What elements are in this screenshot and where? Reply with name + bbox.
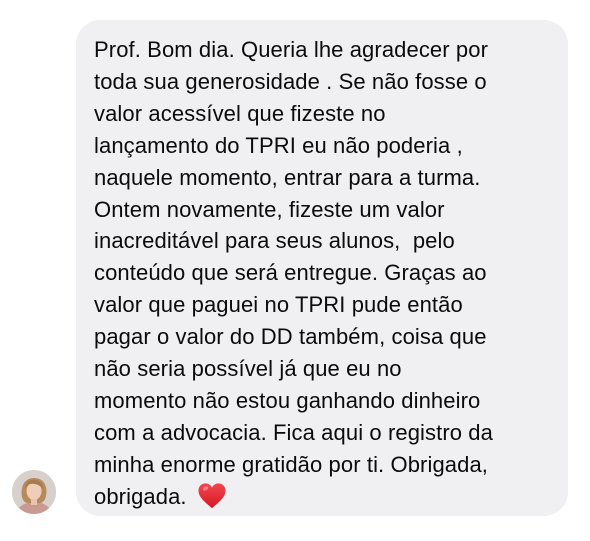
message-line: não seria possível já que eu no bbox=[94, 356, 402, 382]
message-line: naquele momento, entrar para a turma. bbox=[94, 164, 481, 190]
message-line-last: obrigada. bbox=[94, 481, 564, 513]
message-line: Ontem novamente, fizeste um valor bbox=[94, 196, 445, 222]
message-line: com a advocacia. Fica aqui o registro da bbox=[94, 419, 493, 445]
message-line: toda sua generosidade . Se não fosse o bbox=[94, 68, 487, 94]
message-line: valor que paguei no TPRI pude então bbox=[94, 292, 463, 318]
message-line: conteúdo que será entregue. Graças ao bbox=[94, 260, 487, 286]
user-avatar[interactable] bbox=[12, 470, 56, 514]
message-line: pagar o valor do DD também, coisa que bbox=[94, 324, 487, 350]
message-line: minha enorme gratidão por ti. Obrigada, bbox=[94, 451, 489, 477]
message-line: Prof. Bom dia. Queria lhe agradecer por bbox=[94, 37, 488, 62]
message-line-text: obrigada. bbox=[94, 483, 193, 509]
message-line: valor acessível que fizeste no bbox=[94, 100, 386, 126]
message-line: lançamento do TPRI eu não poderia , bbox=[94, 132, 463, 158]
message-line: inacreditável para seus alunos, pelo bbox=[94, 228, 455, 254]
message-text: Prof. Bom dia. Queria lhe agradecer por … bbox=[94, 34, 564, 513]
red-heart-icon bbox=[198, 483, 226, 508]
message-line: momento não estou ganhando dinheiro bbox=[94, 387, 481, 413]
